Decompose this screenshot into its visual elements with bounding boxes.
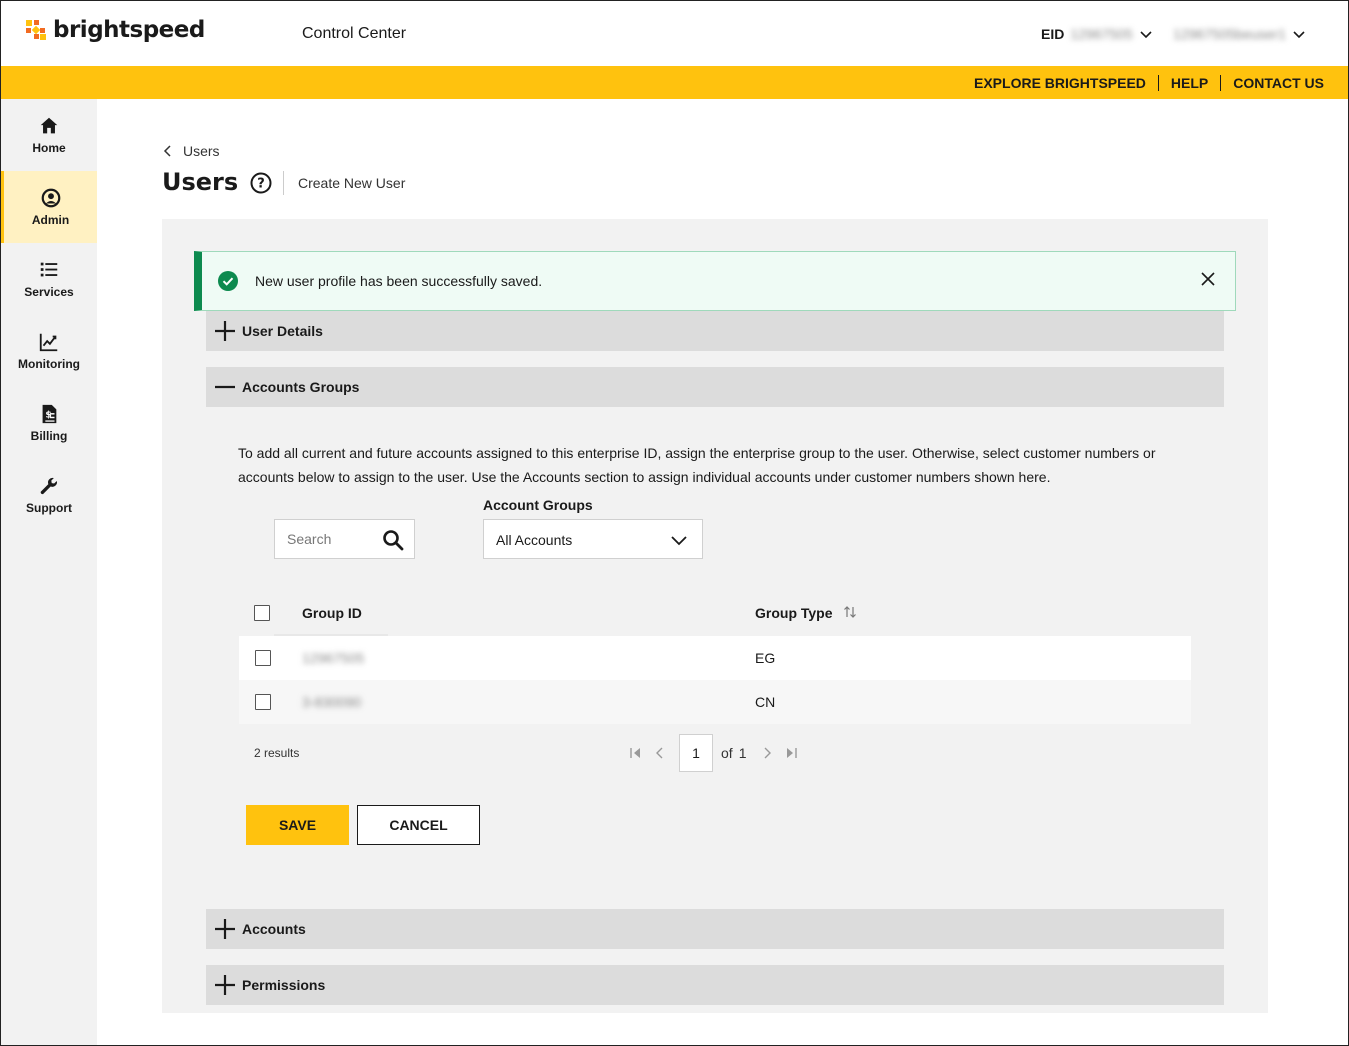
brightspeed-logo-icon — [26, 20, 46, 40]
top-header: brightspeed Control Center EID 12967505 … — [1, 1, 1348, 66]
brand-logo[interactable]: brightspeed — [25, 17, 205, 43]
sidebar-item-home[interactable]: Home — [1, 99, 97, 171]
plus-icon — [215, 975, 235, 995]
svg-text:$: $ — [45, 410, 51, 421]
column-header-group-type[interactable]: Group Type — [755, 605, 833, 621]
close-icon[interactable] — [1201, 272, 1215, 286]
sidebar-item-label: Support — [26, 501, 72, 515]
section-label: Permissions — [242, 977, 326, 993]
chevron-down-icon — [1140, 31, 1152, 39]
search-input[interactable] — [287, 531, 377, 547]
group-id-cell: 12967505 — [302, 650, 365, 666]
accounts-groups-description: To add all current and future accounts a… — [238, 445, 1156, 485]
results-count: 2 results — [254, 746, 300, 760]
chevron-down-icon — [1293, 31, 1305, 39]
list-icon — [40, 262, 58, 277]
pagination: 1 of 1 — [629, 734, 798, 772]
contact-us-link[interactable]: CONTACT US — [1221, 75, 1324, 91]
page-number-input[interactable]: 1 — [679, 734, 713, 772]
chart-line-icon — [39, 333, 58, 352]
sort-icon[interactable] — [843, 605, 857, 619]
account-groups-select[interactable]: All Accounts — [483, 519, 703, 559]
page-total: 1 — [738, 745, 747, 761]
group-type-cell: CN — [755, 694, 776, 710]
section-label: User Details — [242, 323, 323, 339]
minus-icon — [215, 385, 235, 389]
help-link[interactable]: HELP — [1159, 75, 1222, 91]
save-button[interactable]: SAVE — [246, 805, 349, 845]
section-permissions[interactable]: Permissions — [206, 965, 1224, 1005]
svg-text:?: ? — [257, 177, 265, 192]
brand-name: brightspeed — [53, 17, 205, 43]
explore-brightspeed-link[interactable]: EXPLORE BRIGHTSPEED — [962, 75, 1159, 91]
account-groups-label: Account Groups — [483, 497, 593, 513]
plus-icon — [215, 321, 235, 341]
success-alert: New user profile has been successfully s… — [194, 251, 1236, 311]
help-icon[interactable]: ? — [250, 172, 272, 194]
sidebar: Home Admin Services Monitoring $ Billing… — [1, 99, 97, 1045]
prev-page-icon[interactable] — [653, 746, 667, 760]
section-label: Accounts — [242, 921, 306, 937]
sidebar-item-support[interactable]: Support — [1, 459, 97, 531]
search-icon[interactable] — [382, 529, 404, 551]
row-checkbox[interactable] — [255, 694, 271, 710]
sidebar-item-label: Admin — [31, 213, 70, 227]
wrench-icon — [40, 477, 57, 495]
utility-nav-bar: EXPLORE BRIGHTSPEED HELP CONTACT US — [1, 66, 1348, 99]
sidebar-item-label: Services — [24, 285, 74, 299]
eid-selector[interactable]: EID 12967505 — [1041, 26, 1153, 42]
user-name: 12967505beuser1 — [1173, 26, 1286, 42]
invoice-icon: $ — [42, 404, 57, 424]
app-title: Control Center — [302, 25, 407, 42]
breadcrumb-users-link[interactable]: Users — [183, 143, 220, 159]
first-page-icon[interactable] — [629, 746, 643, 760]
app-window: brightspeed Control Center EID 12967505 … — [0, 0, 1349, 1046]
last-page-icon[interactable] — [784, 746, 798, 760]
select-value: All Accounts — [496, 532, 573, 548]
sidebar-item-label: Monitoring — [18, 357, 80, 371]
next-page-icon[interactable] — [760, 746, 774, 760]
section-user-details[interactable]: User Details — [206, 311, 1224, 351]
eid-value: 12967505 — [1070, 26, 1133, 42]
group-type-cell: EG — [755, 650, 776, 666]
section-accounts[interactable]: Accounts — [206, 909, 1224, 949]
chevron-down-icon — [671, 536, 687, 546]
table-row[interactable]: 3-830090 CN — [239, 680, 1191, 724]
row-checkbox[interactable] — [255, 650, 271, 666]
utility-nav: EXPLORE BRIGHTSPEED HELP CONTACT US — [962, 75, 1324, 91]
select-all-checkbox[interactable] — [254, 605, 270, 621]
group-search[interactable] — [274, 519, 415, 559]
alert-message: New user profile has been successfully s… — [255, 273, 543, 289]
user-circle-icon — [41, 188, 60, 208]
table-header: Group ID Group Type — [239, 591, 1191, 636]
page-title: Users — [162, 168, 239, 196]
breadcrumb[interactable]: Users — [163, 143, 220, 159]
chevron-left-icon — [163, 145, 171, 157]
page-of-label: of — [721, 745, 733, 761]
user-menu[interactable]: 12967505beuser1 — [1173, 26, 1306, 42]
sidebar-item-billing[interactable]: $ Billing — [1, 387, 97, 459]
section-accounts-groups[interactable]: Accounts Groups — [206, 367, 1224, 407]
sidebar-item-services[interactable]: Services — [1, 243, 97, 315]
page-subtitle: Create New User — [298, 175, 406, 191]
table-row[interactable]: 12967505 EG — [239, 636, 1191, 680]
group-id-cell: 3-830090 — [302, 694, 362, 710]
sidebar-item-label: Billing — [30, 429, 68, 443]
sidebar-item-monitoring[interactable]: Monitoring — [1, 315, 97, 387]
sidebar-item-admin[interactable]: Admin — [1, 171, 97, 243]
home-icon — [40, 117, 58, 134]
cancel-button[interactable]: CANCEL — [357, 805, 480, 845]
check-circle-icon — [218, 271, 238, 291]
plus-icon — [215, 919, 235, 939]
sidebar-item-label: Home — [32, 141, 66, 155]
column-header-group-id[interactable]: Group ID — [302, 605, 362, 621]
title-divider — [283, 171, 284, 195]
eid-label: EID — [1041, 26, 1065, 42]
section-label: Accounts Groups — [242, 379, 360, 395]
